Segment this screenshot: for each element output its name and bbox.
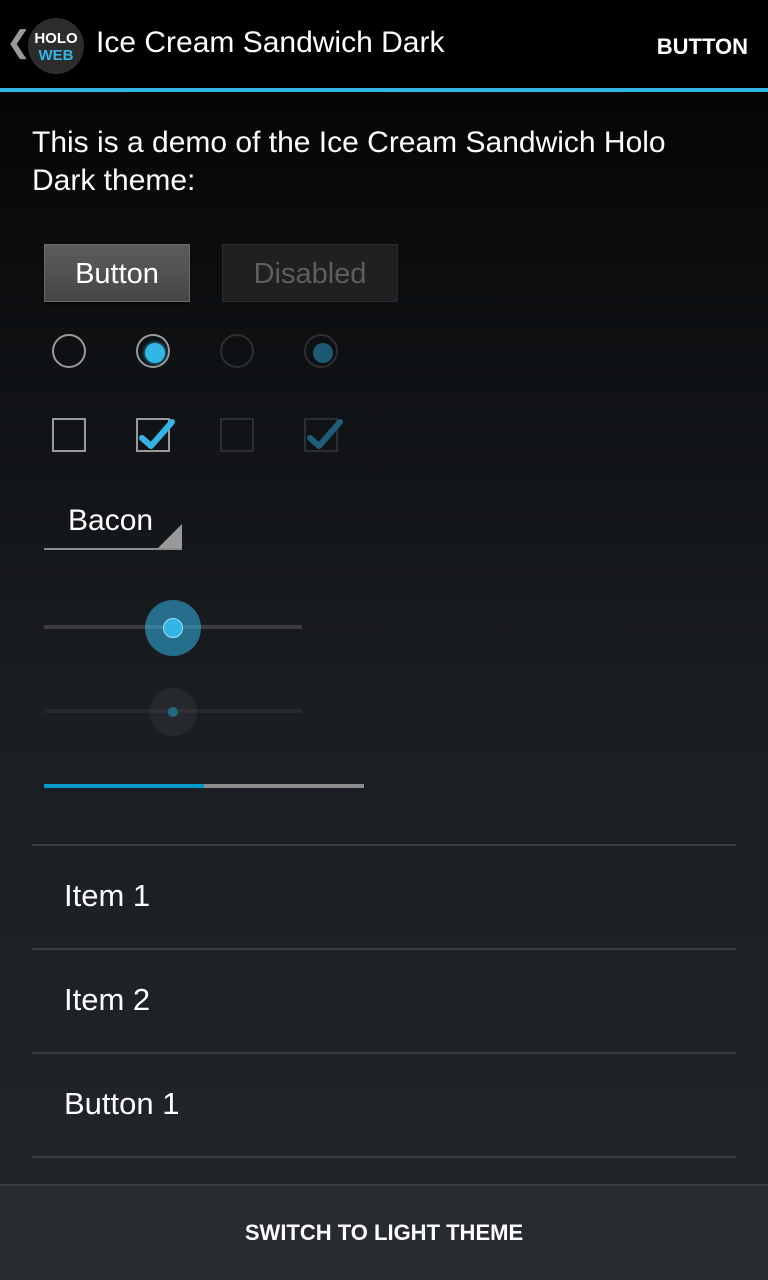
progress-bar-fill	[44, 784, 204, 788]
action-bar-button[interactable]: BUTTON	[657, 34, 748, 60]
logo-text-web: WEB	[38, 47, 74, 64]
progress-bar	[44, 784, 364, 788]
seekbar-thumb-core	[168, 707, 178, 717]
switch-theme-label: SWITCH TO LIGHT THEME	[244, 1220, 524, 1245]
radio-unchecked[interactable]	[52, 334, 86, 368]
page-title: Ice Cream Sandwich Dark	[96, 26, 445, 59]
list-item-label: Item 1	[64, 878, 151, 913]
demo-button[interactable]: Button	[44, 244, 190, 302]
checkmark-icon	[139, 419, 175, 449]
seekbar-disabled	[44, 682, 302, 742]
list-item[interactable]: Item 1	[32, 846, 736, 948]
checkbox-checked[interactable]	[136, 418, 175, 452]
radio-dot	[145, 343, 165, 363]
app-logo[interactable]: HOLO WEB	[28, 18, 84, 74]
checkbox-disabled-unchecked	[220, 418, 254, 452]
disabled-button: Disabled	[222, 244, 398, 302]
radio-dot	[313, 343, 333, 363]
switch-theme-button[interactable]: SWITCH TO LIGHT THEME	[0, 1184, 768, 1280]
spinner-selected-value: Bacon	[68, 504, 154, 537]
intro-text: This is a demo of the Ice Cream Sandwich…	[32, 126, 666, 197]
list-item-label: Button 1	[64, 1086, 180, 1121]
checkmark-icon	[307, 419, 343, 449]
radio-checked[interactable]	[136, 334, 170, 368]
seekbar-thumb[interactable]	[145, 600, 201, 656]
list-item-label: Item 2	[64, 982, 151, 1017]
list-divider	[32, 1156, 736, 1158]
spinner-dropdown[interactable]: Bacon	[44, 496, 182, 550]
action-bar: ❮ HOLO WEB Ice Cream Sandwich Dark BUTTO…	[0, 0, 768, 92]
dropdown-corner-icon	[158, 524, 182, 548]
list-item[interactable]: Button 1	[32, 1054, 736, 1156]
radio-disabled-unchecked	[220, 334, 254, 368]
seekbar-thumb-core	[163, 618, 183, 638]
seekbar[interactable]	[44, 598, 302, 658]
checkbox-disabled-checked	[304, 418, 343, 452]
radio-disabled-checked	[304, 334, 338, 368]
seekbar-thumb	[149, 688, 197, 736]
checkbox-unchecked[interactable]	[52, 418, 86, 452]
logo-text-holo: HOLO	[34, 30, 78, 47]
list-item[interactable]: Item 2	[32, 950, 736, 1052]
